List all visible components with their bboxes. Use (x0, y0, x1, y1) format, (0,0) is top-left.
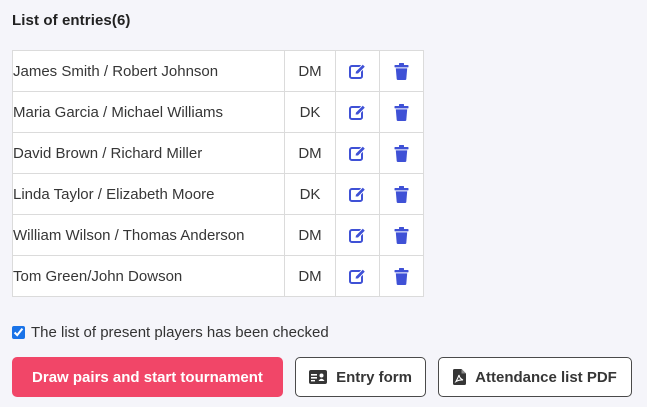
edit-icon (348, 226, 367, 243)
edit-icon (348, 267, 367, 284)
entry-category: DM (284, 50, 336, 92)
id-card-icon (309, 370, 328, 384)
entry-row: Tom Green/John Dowson DM (12, 255, 424, 297)
players-checked-label: The list of present players has been che… (31, 324, 329, 341)
entries-table: James Smith / Robert Johnson DM Maria Garc… (12, 50, 424, 297)
entries-page: List of entries(6) James Smith / Robert … (0, 0, 647, 407)
entry-names: David Brown / Richard Miller (12, 132, 285, 174)
entry-category: DM (284, 132, 336, 174)
players-checked-row: The list of present players has been che… (12, 324, 329, 341)
edit-entry-button[interactable] (335, 50, 380, 92)
players-checked-checkbox[interactable] (12, 326, 25, 339)
entry-names: James Smith / Robert Johnson (12, 50, 285, 92)
trash-icon (394, 185, 409, 203)
entry-names: Maria Garcia / Michael Williams (12, 91, 285, 133)
entry-row: James Smith / Robert Johnson DM (12, 50, 424, 92)
entry-form-label: Entry form (336, 368, 412, 386)
entry-row: Linda Taylor / Elizabeth Moore DK (12, 173, 424, 215)
file-pdf-icon (453, 369, 467, 385)
edit-entry-button[interactable] (335, 132, 380, 174)
entry-row: David Brown / Richard Miller DM (12, 132, 424, 174)
delete-entry-button[interactable] (379, 255, 424, 297)
edit-icon (348, 144, 367, 161)
entry-names: Linda Taylor / Elizabeth Moore (12, 173, 285, 215)
delete-entry-button[interactable] (379, 173, 424, 215)
trash-icon (394, 226, 409, 244)
attendance-pdf-label: Attendance list PDF (475, 368, 617, 386)
edit-entry-button[interactable] (335, 255, 380, 297)
entry-category: DK (284, 173, 336, 215)
page-title: List of entries(6) (12, 12, 131, 29)
edit-entry-button[interactable] (335, 173, 380, 215)
edit-icon (348, 62, 367, 79)
trash-icon (394, 62, 409, 80)
attendance-pdf-button[interactable]: Attendance list PDF (438, 357, 632, 397)
entry-row: Maria Garcia / Michael Williams DK (12, 91, 424, 133)
draw-pairs-button[interactable]: Draw pairs and start tournament (12, 357, 283, 397)
entry-row: William Wilson / Thomas Anderson DM (12, 214, 424, 256)
trash-icon (394, 103, 409, 121)
entry-names: Tom Green/John Dowson (12, 255, 285, 297)
entry-category: DM (284, 255, 336, 297)
entry-category: DK (284, 91, 336, 133)
edit-icon (348, 103, 367, 120)
delete-entry-button[interactable] (379, 132, 424, 174)
trash-icon (394, 144, 409, 162)
edit-entry-button[interactable] (335, 91, 380, 133)
delete-entry-button[interactable] (379, 91, 424, 133)
edit-icon (348, 185, 367, 202)
entry-form-button[interactable]: Entry form (295, 357, 426, 397)
entry-names: William Wilson / Thomas Anderson (12, 214, 285, 256)
delete-entry-button[interactable] (379, 50, 424, 92)
draw-pairs-label: Draw pairs and start tournament (32, 368, 263, 386)
edit-entry-button[interactable] (335, 214, 380, 256)
delete-entry-button[interactable] (379, 214, 424, 256)
trash-icon (394, 267, 409, 285)
entry-category: DM (284, 214, 336, 256)
